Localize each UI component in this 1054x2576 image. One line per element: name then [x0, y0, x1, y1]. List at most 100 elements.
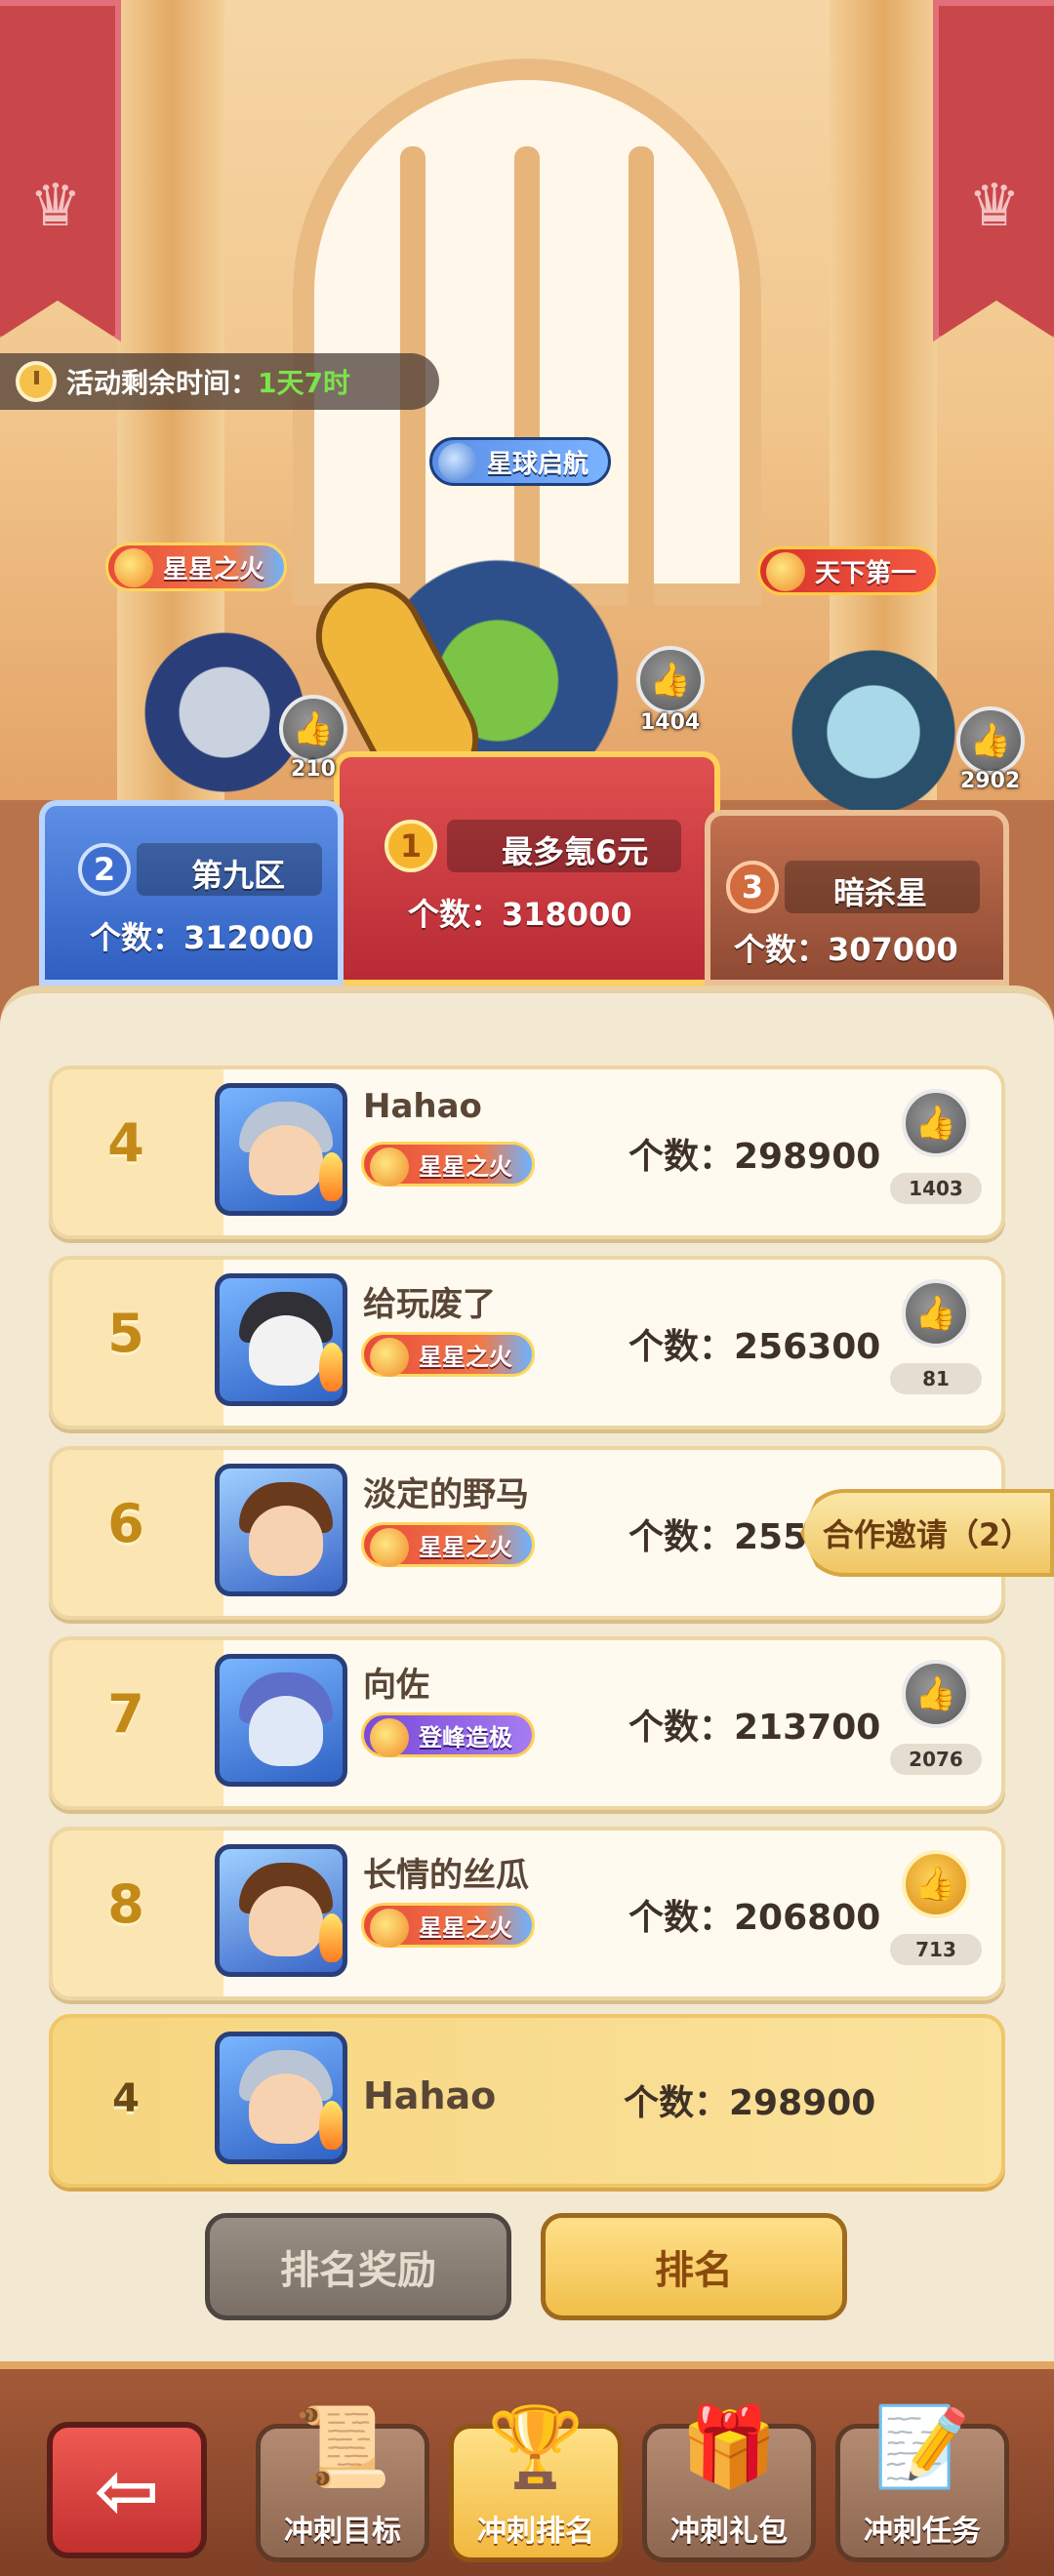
ranking-row[interactable]: 5 给玩废了 星星之火 个数：256300 👍 81: [49, 1256, 1005, 1429]
crown-icon: ♛: [29, 172, 82, 240]
like-button[interactable]: 👍: [902, 1089, 970, 1157]
player-name: 长情的丝瓜: [363, 1856, 529, 1895]
hero-avatar-third[interactable]: [781, 634, 966, 829]
like-button-liked[interactable]: 👍: [902, 1850, 970, 1918]
nav-tab-sprint-gift[interactable]: 🎁 冲刺礼包: [642, 2403, 816, 2562]
event-timer: 活动剩余时间： 1天7时: [0, 353, 439, 410]
like-count-third: 2902: [960, 769, 1021, 793]
crown-icon: ♛: [968, 172, 1021, 240]
item-count: 个数：256300: [628, 1327, 881, 1367]
window-bar: [628, 146, 654, 615]
thumbs-up-icon: 👍: [914, 1865, 957, 1904]
nav-tab-sprint-ranking[interactable]: 🏆 冲刺排名: [449, 2403, 623, 2562]
arched-window: [293, 59, 761, 615]
avatar-face: [249, 1125, 323, 1195]
crown-banner-right: ♛: [933, 0, 1054, 342]
like-button-third[interactable]: 👍: [956, 706, 1025, 775]
ranking-tab[interactable]: 排名: [541, 2213, 847, 2320]
nav-tab-sprint-task[interactable]: 📝 冲刺任务: [835, 2403, 1009, 2562]
row-rank: 8: [107, 1873, 144, 1935]
player-name: 向佐: [363, 1666, 429, 1705]
row-rank: 4: [107, 1112, 144, 1174]
bottom-nav: ⇦ 📜 冲刺目标 🏆 冲刺排名 🎁 冲刺礼包 📝 冲刺任务: [0, 2361, 1054, 2576]
window-bar: [514, 146, 540, 615]
avatar-face: [249, 1315, 323, 1386]
ranking-reward-tab[interactable]: 排名奖励: [205, 2213, 511, 2320]
rank-medal-second: 2: [78, 843, 131, 896]
my-ranking-row[interactable]: 4 Hahao 个数：298900: [49, 2014, 1005, 2188]
avatar-face: [249, 1886, 323, 1956]
back-button[interactable]: ⇦: [47, 2422, 207, 2558]
avatar-face: [249, 1696, 323, 1766]
title-badge-text: 星星之火: [419, 1533, 512, 1561]
thumbs-up-icon: 👍: [914, 1104, 957, 1143]
row-rank: 5: [107, 1303, 144, 1364]
thumbs-up-icon: 👍: [292, 709, 335, 748]
back-arrow-icon: ⇦: [94, 2444, 160, 2536]
clock-icon: [16, 361, 57, 402]
title-badge-second: 星星之火: [105, 543, 288, 591]
nav-tab-label: 冲刺目标: [284, 2515, 401, 2549]
coop-invite-button[interactable]: 合作邀请（2）: [800, 1489, 1054, 1577]
planet-icon: [438, 443, 477, 482]
player-avatar[interactable]: [215, 1273, 347, 1406]
player-name: 给玩废了: [363, 1285, 496, 1324]
like-button[interactable]: 👍: [902, 1279, 970, 1348]
podium-name-first: 最多氪6元: [502, 833, 649, 870]
item-count: 个数：206800: [628, 1898, 881, 1938]
title-badge: 星星之火: [361, 1522, 535, 1567]
rank-medal-third: 3: [726, 861, 779, 913]
ranking-row[interactable]: 4 Hahao 星星之火 个数：298900 👍 1403: [49, 1066, 1005, 1239]
title-badge: 星星之火: [361, 1332, 535, 1377]
player-avatar[interactable]: [215, 1844, 347, 1977]
podium-name-second: 第九区: [191, 857, 286, 894]
flame-icon: [319, 2101, 343, 2150]
crown-wing-icon: [766, 552, 805, 591]
player-avatar[interactable]: [215, 1083, 347, 1216]
avatar-face: [249, 1506, 323, 1576]
player-avatar[interactable]: [215, 1464, 347, 1596]
player-name: Hahao: [363, 1087, 482, 1126]
nav-tab-sprint-goal[interactable]: 📜 冲刺目标: [256, 2403, 429, 2562]
crown-banner-left: ♛: [0, 0, 121, 342]
title-badge-third: 天下第一: [757, 546, 940, 595]
nav-tab-label: 冲刺排名: [477, 2515, 594, 2549]
like-button[interactable]: 👍: [902, 1660, 970, 1728]
nav-tab-label: 冲刺任务: [864, 2515, 981, 2549]
player-avatar[interactable]: [215, 1654, 347, 1787]
thumbs-up-icon: 👍: [914, 1674, 957, 1713]
scroll-icon: 📜: [294, 2401, 391, 2492]
title-badge-text: 天下第一: [815, 558, 917, 588]
pedestal-first: 1 最多氪6元 个数：318000: [334, 751, 720, 986]
nav-tab-label: 冲刺礼包: [670, 2515, 788, 2549]
row-rank: 6: [107, 1493, 144, 1554]
title-badge-text: 登峰造极: [419, 1723, 512, 1751]
like-button-second[interactable]: 👍: [279, 695, 347, 763]
quest-scroll-icon: 📝: [873, 2401, 971, 2492]
item-count: 个数：213700: [628, 1708, 881, 1748]
pedestal-third: 3 暗杀星 个数：307000: [705, 810, 1009, 986]
podium-count-first: 个数：318000: [408, 896, 632, 933]
rank-medal-first: 1: [385, 820, 437, 872]
podium-count-third: 个数：307000: [734, 931, 958, 968]
flame-icon: [319, 1343, 343, 1391]
fire-icon: [370, 1528, 409, 1567]
fire-icon: [370, 1147, 409, 1187]
podium-name-third: 暗杀星: [833, 874, 928, 911]
player-name: 淡定的野马: [363, 1475, 529, 1514]
my-avatar[interactable]: [215, 2032, 347, 2164]
thumbs-up-icon: 👍: [914, 1294, 957, 1333]
ranking-row[interactable]: 8 长情的丝瓜 星星之火 个数：206800 👍 713: [49, 1827, 1005, 2000]
row-rank: 4: [112, 2076, 140, 2121]
fire-icon: [370, 1338, 409, 1377]
podium-count-second: 个数：312000: [90, 919, 314, 956]
like-count: 1403: [890, 1173, 982, 1204]
ranking-row[interactable]: 7 向佐 登峰造极 个数：213700 👍 2076: [49, 1636, 1005, 1810]
title-badge: 登峰造极: [361, 1712, 535, 1757]
flame-icon: [319, 1152, 343, 1201]
row-rank: 7: [107, 1683, 144, 1745]
like-count-first: 1404: [640, 710, 701, 735]
like-button-first[interactable]: 👍: [636, 646, 705, 714]
fire-icon: [370, 1909, 409, 1948]
gift-icon: 🎁: [680, 2401, 778, 2492]
